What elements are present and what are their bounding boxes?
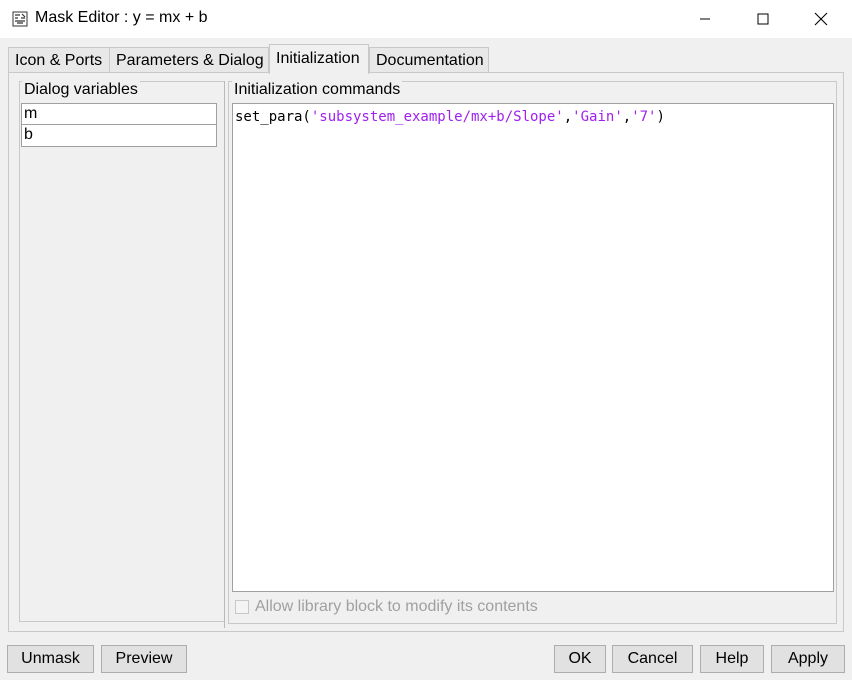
preview-button[interactable]: Preview xyxy=(101,645,187,673)
tab-documentation[interactable]: Documentation xyxy=(369,47,489,73)
minimize-button[interactable] xyxy=(676,0,734,38)
initialization-pane: Dialog variables m b Initialization comm… xyxy=(8,72,844,632)
mask-editor-icon xyxy=(12,11,28,27)
dialog-variables-label: Dialog variables xyxy=(22,81,140,99)
allow-library-checkbox[interactable] xyxy=(235,600,249,614)
ok-button[interactable]: OK xyxy=(554,645,606,673)
window-title: Mask Editor : y = mx + b xyxy=(35,9,208,26)
help-button[interactable]: Help xyxy=(700,645,764,673)
code-function: set_para( xyxy=(235,109,311,125)
cancel-button[interactable]: Cancel xyxy=(612,645,693,673)
code-separator: , xyxy=(622,109,632,125)
close-button[interactable] xyxy=(792,0,850,38)
maximize-icon xyxy=(757,13,769,25)
tab-parameters-dialog[interactable]: Parameters & Dialog xyxy=(109,47,269,73)
title-bar: Mask Editor : y = mx + b xyxy=(0,0,852,38)
initialization-commands-editor[interactable]: set_para('subsystem_example/mx+b/Slope',… xyxy=(232,103,834,592)
close-icon xyxy=(814,12,828,26)
splitter[interactable] xyxy=(224,81,225,628)
tab-initialization[interactable]: Initialization xyxy=(269,44,369,74)
apply-button[interactable]: Apply xyxy=(771,645,845,673)
initialization-commands-panel: Initialization commands set_para('subsys… xyxy=(228,81,837,624)
allow-library-label: Allow library block to modify its conten… xyxy=(255,598,538,615)
code-separator: , xyxy=(563,109,573,125)
dialog-variables-list: m b xyxy=(20,103,217,147)
code-close-paren: ) xyxy=(656,109,665,125)
initialization-commands-label: Initialization commands xyxy=(232,81,403,99)
code-string-value: '7' xyxy=(631,109,657,125)
code-string-path: 'subsystem_example/mx+b/Slope' xyxy=(310,109,564,125)
minimize-icon xyxy=(700,18,710,20)
maximize-button[interactable] xyxy=(734,0,792,38)
list-item[interactable]: b xyxy=(21,125,217,147)
dialog-variables-panel: Dialog variables m b xyxy=(19,81,225,622)
list-item[interactable]: m xyxy=(21,103,217,125)
tab-icon-ports[interactable]: Icon & Ports xyxy=(8,47,110,73)
allow-library-row: Allow library block to modify its conten… xyxy=(235,597,538,617)
code-string-param: 'Gain' xyxy=(572,109,623,125)
unmask-button[interactable]: Unmask xyxy=(7,645,94,673)
